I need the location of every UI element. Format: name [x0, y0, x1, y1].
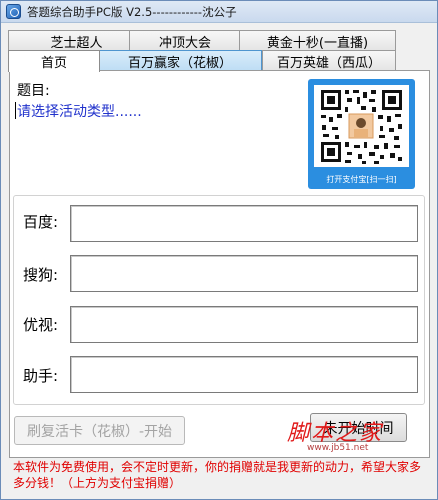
tab-zhishi[interactable]: 芝士超人	[8, 30, 145, 52]
helper-result-field[interactable]	[70, 356, 418, 393]
qr-image	[314, 85, 409, 167]
tab-baiwanyingjia[interactable]: 百万赢家（花椒）	[98, 50, 262, 72]
tab-label: 首页	[40, 56, 67, 71]
tab-label: 黄金十秒(一直播)	[266, 36, 369, 51]
tab-label: 百万赢家（花椒）	[127, 56, 232, 71]
field-label-helper: 助手:	[23, 367, 59, 385]
refresh-revive-card-button[interactable]: 刷复活卡（花椒）-开始	[14, 416, 185, 445]
qr-caption: 打开支付宝[扫一扫]	[326, 175, 397, 184]
tab-label: 冲顶大会	[158, 36, 211, 51]
title-bar[interactable]: 答题综合助手PC版 V2.5------------沈公子	[1, 1, 437, 23]
app-window: 答题综合助手PC版 V2.5------------沈公子 芝士超人 冲顶大会 …	[0, 0, 438, 500]
qr-code-icon	[314, 85, 409, 167]
field-label-baidu: 百度:	[23, 213, 59, 231]
button-label: 刷复活卡（花椒）-开始	[26, 423, 173, 440]
tab-baiwanyingxiong[interactable]: 百万英雄（西瓜）	[262, 50, 396, 72]
tab-home[interactable]: 首页	[8, 50, 100, 72]
watermark-logo: 脚本之家 www.jb51.net	[287, 415, 417, 455]
donation-notice: 本软件为免费使用，会不定时更新，你的捐赠就是我更新的动力，希望大家多多分钱！（上…	[13, 460, 422, 490]
field-label-uc: 优视:	[23, 316, 59, 334]
sogou-result-field[interactable]	[70, 255, 418, 292]
watermark-url: www.jb51.net	[307, 443, 369, 453]
alipay-qr-code: 打开支付宝[扫一扫]	[308, 79, 415, 189]
question-label: 题目:	[17, 83, 50, 99]
text-caret	[15, 102, 16, 119]
tab-label: 百万英雄（西瓜）	[276, 56, 381, 71]
app-icon	[6, 4, 21, 19]
question-text[interactable]: 请选择活动类型......	[17, 101, 142, 121]
tab-chongding[interactable]: 冲顶大会	[129, 30, 241, 52]
window-title: 答题综合助手PC版 V2.5------------沈公子	[27, 5, 237, 19]
uc-result-field[interactable]	[70, 306, 418, 343]
tab-label: 芝士超人	[50, 36, 103, 51]
baidu-result-field[interactable]	[70, 205, 418, 242]
tab-huangjin[interactable]: 黄金十秒(一直播)	[239, 30, 396, 52]
field-label-sogou: 搜狗:	[23, 266, 59, 284]
